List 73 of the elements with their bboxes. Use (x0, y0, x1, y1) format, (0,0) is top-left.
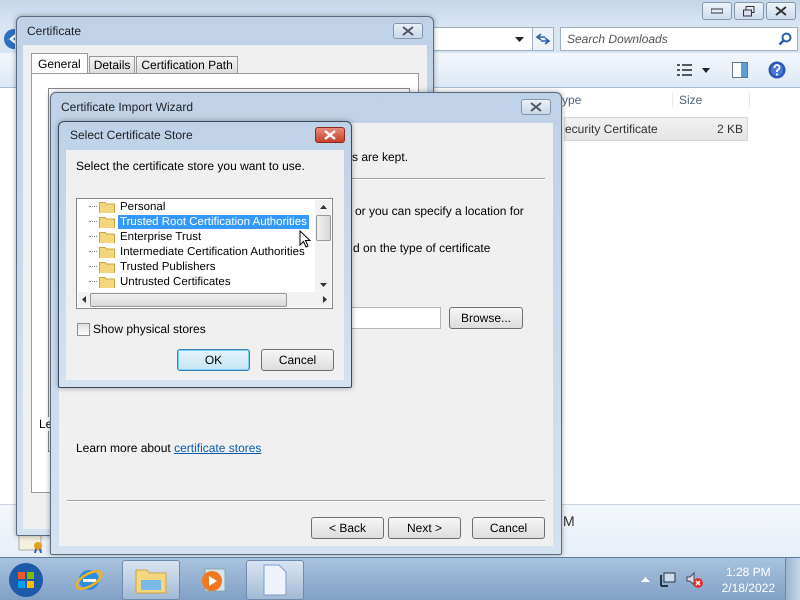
folder-icon (99, 200, 115, 213)
search-icon (778, 32, 792, 46)
view-button[interactable] (676, 63, 712, 77)
wizard-button[interactable]: Next > (388, 517, 461, 539)
horizontal-scrollbar[interactable] (78, 292, 331, 307)
checkbox[interactable] (77, 322, 90, 336)
close-button[interactable] (766, 2, 796, 20)
wizard-button[interactable]: Cancel (472, 517, 545, 539)
store-item[interactable]: Untrusted Certificates (118, 274, 233, 288)
file-type: ecurity Certificate (565, 122, 658, 136)
media-player-icon (199, 566, 227, 594)
scroll-up-icon[interactable] (320, 205, 326, 209)
instruction-text: d on the type of certificate (353, 241, 490, 255)
window-title: Certificate (27, 24, 82, 38)
dialog-button[interactable]: OK (177, 349, 250, 371)
folder-icon (99, 260, 115, 273)
folder-icon (99, 245, 115, 258)
browse-button[interactable]: Browse... (449, 307, 523, 329)
start-button[interactable] (8, 562, 44, 598)
wizard-button[interactable]: < Back (311, 517, 384, 539)
details-text: M (563, 513, 575, 529)
scroll-left-icon[interactable] (82, 296, 86, 303)
window-title: Certificate Import Wizard (61, 100, 194, 114)
store-item[interactable]: Enterprise Trust (118, 230, 204, 244)
restore-button[interactable] (734, 2, 764, 20)
instruction-text: or you can specify a location for (355, 204, 524, 218)
tab[interactable]: General (31, 53, 88, 73)
description-text: s are kept. (352, 150, 408, 164)
dropdown-icon[interactable] (515, 36, 524, 42)
clock-time: 1:28 PM (726, 564, 771, 580)
close-icon (402, 26, 414, 36)
learn-more-text: Learn more about certificate stores (76, 441, 262, 455)
folder-icon (99, 215, 115, 228)
close-icon (324, 130, 336, 140)
clock-date: 2/18/2022 (722, 580, 775, 596)
close-icon (775, 6, 787, 16)
taskbar-button[interactable] (122, 560, 180, 600)
scroll-right-icon[interactable] (323, 296, 327, 303)
dialog-button[interactable]: Cancel (261, 349, 334, 371)
checkbox-label: Show physical stores (93, 322, 206, 336)
network-icon[interactable] (660, 572, 676, 588)
column-header[interactable]: Size (673, 93, 750, 107)
file-size: 2 KB (716, 122, 744, 136)
refresh-icon (535, 32, 551, 46)
scroll-down-icon[interactable] (320, 283, 326, 287)
cursor-icon (299, 230, 311, 248)
prompt-text: Select the certificate store you want to use. (76, 159, 306, 173)
restore-icon (743, 6, 755, 16)
volume-muted-icon[interactable] (686, 570, 704, 588)
close-icon (530, 102, 542, 112)
close-button[interactable] (393, 23, 423, 39)
minimize-button[interactable] (702, 2, 732, 20)
tab[interactable]: Certification Path (136, 56, 238, 73)
search-field[interactable]: Search Downloads (560, 27, 798, 51)
file-row[interactable]: ecurity Certificate 2 KB (564, 117, 748, 141)
taskbar-button[interactable] (246, 560, 304, 600)
folder-icon (99, 230, 115, 243)
tab[interactable]: Details (88, 56, 136, 73)
close-button[interactable] (315, 127, 345, 143)
help-icon[interactable] (768, 61, 786, 79)
refresh-button[interactable] (532, 27, 554, 51)
certificate-stores-link[interactable]: certificate stores (174, 441, 262, 455)
store-item[interactable]: Personal (118, 200, 168, 214)
document-icon (263, 564, 287, 596)
dialog-title: Select Certificate Store (70, 128, 193, 142)
store-item[interactable]: Trusted Publishers (118, 260, 218, 274)
minimize-icon (711, 8, 723, 14)
vertical-scrollbar[interactable] (315, 200, 331, 292)
preview-pane-icon[interactable] (732, 62, 748, 78)
close-button[interactable] (521, 99, 551, 115)
folder-icon (99, 275, 115, 288)
view-list-icon (676, 63, 712, 77)
store-item[interactable]: Intermediate Certification Authorities (118, 244, 307, 258)
